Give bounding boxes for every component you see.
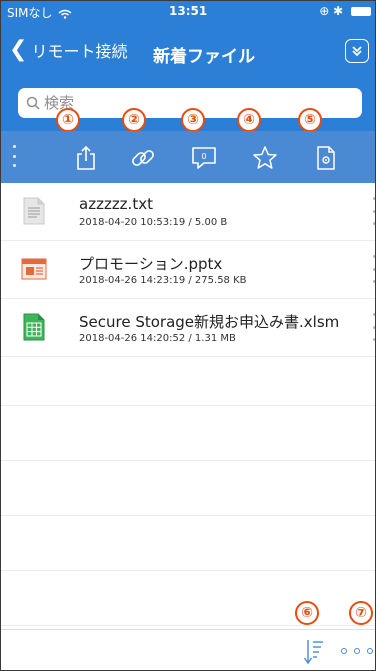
file-settings-button[interactable] (311, 144, 341, 172)
list-divider (1, 405, 375, 406)
wifi-icon (58, 9, 72, 19)
chevron-left-icon: ❮ (9, 37, 28, 62)
bottom-toolbar (1, 629, 375, 670)
file-row[interactable]: azzzzz.txt 2018-04-20 10:53:19 / 5.00 B (1, 183, 375, 241)
share-button[interactable] (71, 144, 101, 172)
toolbar-drag-handle[interactable] (13, 145, 17, 167)
lock-rotation-icon: ⊕ (319, 4, 330, 18)
callout-1: ① (56, 108, 80, 132)
comment-count: 0 (201, 152, 206, 161)
status-bar: SIMなし 13:51 ⊕ ✱ (1, 1, 375, 21)
double-chevron-down-icon (352, 46, 362, 57)
presentation-file-icon (21, 258, 47, 280)
action-toolbar: 0 (1, 131, 375, 183)
file-list: azzzzz.txt 2018-04-20 10:53:19 / 5.00 B … (1, 183, 375, 628)
carrier-label: SIMなし (7, 4, 72, 21)
callout-7: ⑦ (349, 601, 373, 625)
comment-icon: 0 (192, 147, 216, 169)
more-dot-icon (367, 648, 373, 654)
carrier-text: SIMなし (7, 6, 53, 20)
file-row[interactable]: プロモーション.pptx 2018-04-26 14:23:19 / 275.5… (1, 241, 375, 299)
list-divider (1, 570, 375, 571)
more-dot-icon (341, 648, 347, 654)
sort-icon (303, 640, 323, 665)
row-more-icon[interactable] (371, 197, 375, 225)
clock: 13:51 (169, 4, 208, 18)
spreadsheet-file-icon (23, 313, 45, 341)
bluetooth-icon: ✱ (333, 4, 344, 18)
favorite-button[interactable] (250, 144, 280, 172)
link-button[interactable] (128, 144, 158, 172)
file-name: azzzzz.txt (79, 195, 153, 213)
comment-button[interactable]: 0 (189, 144, 219, 172)
file-meta: 2018-04-20 10:53:19 / 5.00 B (79, 217, 228, 228)
callout-3: ③ (181, 108, 205, 132)
row-more-icon[interactable] (371, 313, 375, 341)
file-meta: 2018-04-26 14:20:52 / 1.31 MB (79, 333, 236, 344)
file-meta: 2018-04-26 14:23:19 / 275.58 KB (79, 275, 247, 286)
file-settings-icon (317, 146, 335, 170)
app-frame: SIMなし 13:51 ⊕ ✱ ❮ リモート接続 新着ファイル 検索 ① ② ③… (0, 0, 376, 671)
back-button[interactable]: ❮ リモート接続 (9, 35, 127, 65)
list-divider (1, 515, 375, 516)
link-icon (132, 150, 154, 166)
back-label: リモート接続 (31, 42, 128, 61)
page-title: 新着ファイル (153, 47, 255, 67)
callout-4: ④ (237, 108, 261, 132)
expand-menu-button[interactable] (345, 39, 369, 63)
battery-icon (351, 7, 371, 16)
file-row[interactable]: Secure Storage新規お申込み書.xlsm 2018-04-26 14… (1, 299, 375, 357)
file-name: プロモーション.pptx (79, 255, 223, 273)
navigation-bar: ❮ リモート接続 新着ファイル (1, 21, 375, 79)
callout-5: ⑤ (298, 108, 322, 132)
file-name: Secure Storage新規お申込み書.xlsm (79, 313, 340, 331)
more-options-button[interactable] (341, 643, 373, 659)
text-file-icon (23, 197, 45, 225)
list-divider (1, 460, 375, 461)
search-input[interactable] (44, 94, 324, 112)
callout-2: ② (122, 108, 146, 132)
system-status-icons: ⊕ ✱ (319, 4, 371, 18)
search-icon (26, 96, 40, 110)
share-icon (77, 145, 95, 170)
callout-6: ⑥ (295, 601, 319, 625)
star-icon (253, 146, 277, 169)
row-more-icon[interactable] (371, 255, 375, 283)
more-dot-icon (354, 648, 360, 654)
list-divider (1, 625, 375, 626)
sort-button[interactable] (303, 637, 325, 667)
